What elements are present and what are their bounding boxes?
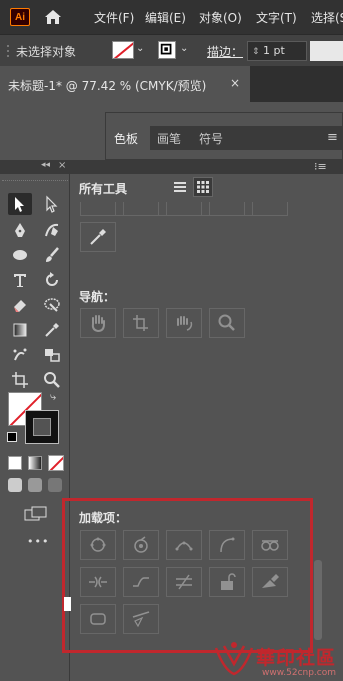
stroke-color-swatch[interactable] [158,41,176,59]
grid-view-icon[interactable] [193,177,213,197]
rotate-view-icon [177,316,193,331]
type-tool-icon[interactable] [8,269,32,291]
color-mode-icon[interactable] [8,456,22,470]
canvas-edge [64,597,71,611]
navigation-section-label: 导航： [79,290,116,304]
tools-panel-grip[interactable] [2,180,72,183]
chevron-down-icon[interactable]: ⌄ [180,43,188,54]
all-tools-title: 所有工具 [79,182,128,196]
tab-brushes[interactable]: 画笔 [157,130,181,147]
symbol-sprayer-tool-icon[interactable] [8,344,32,366]
draw-behind-icon[interactable] [28,478,42,492]
curvature-tool-icon[interactable] [40,219,64,241]
rotate-tool-icon[interactable] [40,269,64,291]
zoom-tool-icon[interactable] [40,369,64,391]
grip-icon[interactable] [6,44,10,58]
watermark-text: 華印社區 [256,647,337,669]
stroke-weight-dropdown[interactable] [310,41,343,61]
more-tools-icon[interactable]: ••• [27,535,49,548]
selection-tool-icon[interactable] [8,193,32,215]
paintbrush-tool-icon[interactable] [40,244,64,266]
fill-color-swatch[interactable] [112,41,134,59]
screen-mode-icon[interactable] [24,506,48,522]
menu-file[interactable]: 文件(F) [94,9,134,26]
eyedropper-icon [90,229,106,245]
close-icon[interactable]: × [230,76,240,90]
list-view-icon[interactable] [170,177,190,197]
print-tiling-tool-cell[interactable] [123,308,159,338]
stepper-arrows-icon[interactable]: ⇕ [252,47,260,57]
tab-symbols[interactable]: 符号 [199,130,223,147]
hand-icon [91,315,105,333]
draw-inside-icon[interactable] [48,478,62,492]
stroke-color-box[interactable] [25,410,59,444]
highlight-frame [62,498,313,653]
home-icon[interactable] [43,7,63,27]
tab-swatches[interactable]: 色板 [114,130,138,147]
selection-status: 未选择对象 [16,45,77,59]
zoom-tool-cell[interactable] [209,308,245,338]
panel-menu-icon[interactable]: ⁝≡ [314,160,327,173]
watermark-logo [214,642,254,676]
menu-object[interactable]: 对象(O) [199,9,242,26]
document-tab-title[interactable]: 未标题-1* @ 77.42 % (CMYK/预览) [8,77,206,94]
warp-tool-icon[interactable] [40,294,64,316]
pen-tool-icon[interactable] [8,219,32,241]
close-icon[interactable]: × [58,160,66,171]
stroke-weight-value: 1 pt [263,44,285,57]
eyedropper-tool-cell[interactable] [80,222,116,252]
all-tools-header [69,160,343,174]
ellipse-tool-icon[interactable] [8,244,32,266]
menu-edit[interactable]: 编辑(E) [145,9,186,26]
rotate-view-tool-cell[interactable] [166,308,202,338]
menu-type[interactable]: 文字(T) [256,9,297,26]
panel-menu-icon[interactable]: ≡ [327,130,338,145]
artboard-tool-icon[interactable] [8,369,32,391]
print-tiling-icon [133,315,148,331]
chevron-down-icon[interactable]: ⌄ [136,43,144,54]
stroke-label[interactable]: 描边： [207,43,243,60]
gradient-tool-icon[interactable] [8,319,32,341]
zoom-icon [218,314,235,331]
none-mode-icon[interactable] [48,455,64,471]
stroke-weight-stepper[interactable]: ⇕ 1 pt [247,41,307,61]
menu-select[interactable]: 选择(S [311,9,343,26]
draw-normal-icon[interactable] [8,478,22,492]
scrollbar-thumb[interactable] [314,560,322,640]
swap-colors-icon[interactable]: ⤷ [50,390,56,404]
direct-selection-tool-icon[interactable] [40,193,64,215]
watermark-url: www.52cnp.com [262,668,337,678]
illustrator-logo: Ai [10,8,30,26]
collapse-icon[interactable]: ◂◂ [41,160,50,170]
gradient-mode-icon[interactable] [28,456,42,470]
eyedropper-tool-icon[interactable] [40,319,64,341]
shape-builder-tool-icon[interactable] [40,344,64,366]
eraser-tool-icon[interactable] [8,294,32,316]
hand-tool-cell[interactable] [80,308,116,338]
default-colors-icon[interactable] [7,432,17,442]
tool-grid-row-partial [80,202,288,216]
